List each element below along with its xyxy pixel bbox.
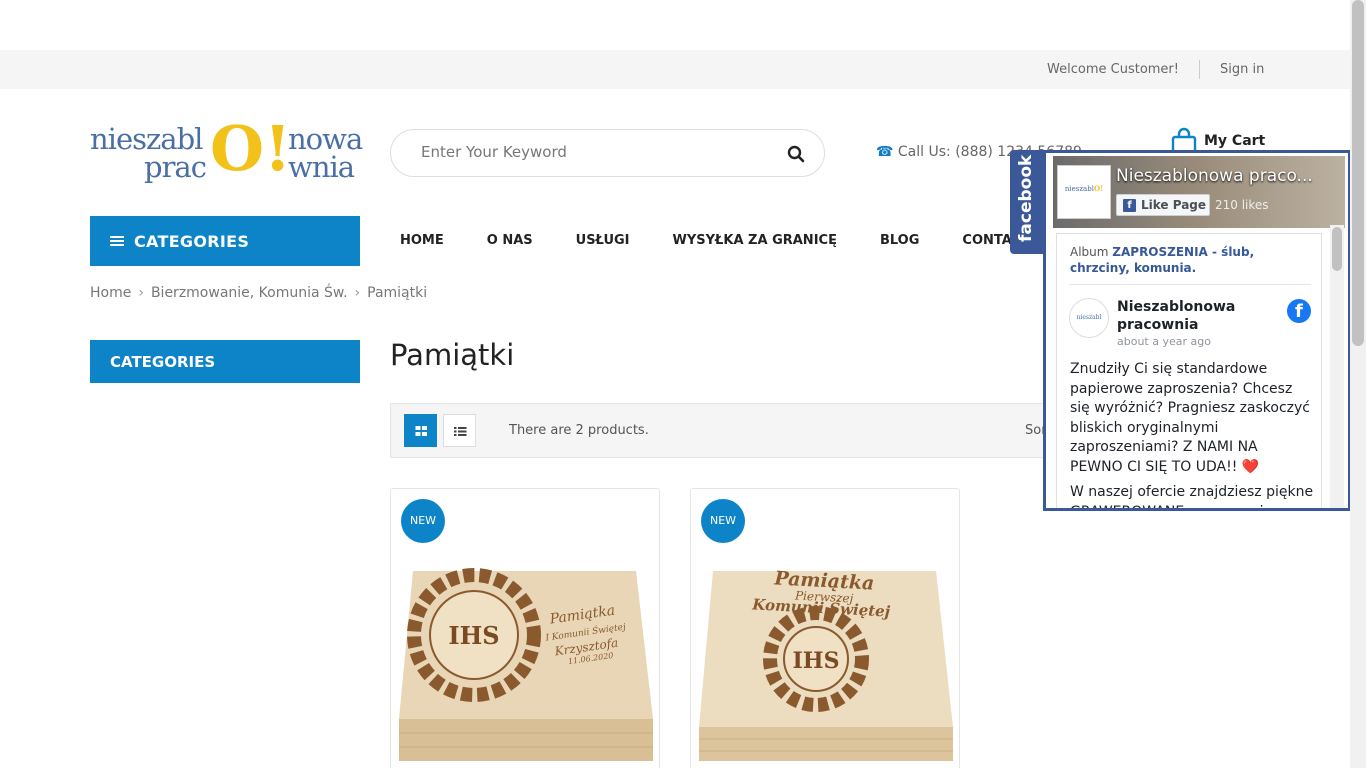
nav-uslugi[interactable]: USŁUGI [576,233,630,248]
facebook-tab[interactable]: facebook [1010,150,1044,254]
product-count: There are 2 products. [509,423,649,438]
facebook-page-name[interactable]: Nieszablonowa praco... [1116,166,1313,186]
facebook-widget: nieszablO! Nieszablonowa praco... f Like… [1043,150,1351,511]
logo-text-2: prac [144,150,207,184]
facebook-page-avatar-text-2: O! [1093,184,1104,193]
facebook-album-line: Album ZAPROSZENIA - ślub, chrzciny, komu… [1070,244,1310,276]
search-icon[interactable] [787,145,805,163]
like-page-button[interactable]: f Like Page [1116,194,1210,216]
facebook-f-icon: f [1123,199,1136,212]
phone-icon: ☎ [876,144,894,160]
breadcrumb-home[interactable]: Home [90,285,131,301]
top-bar: Welcome Customer! Sign in [0,50,1350,89]
sidebar-categories-header: CATEGORIES [90,340,360,383]
facebook-scrollbar[interactable] [1330,225,1344,508]
welcome-text: Welcome Customer! [1047,62,1179,77]
breadcrumb-chevron-icon: › [138,285,144,301]
breadcrumb: Home › Bierzmowanie, Komunia Św. › Pamiątki [90,285,427,301]
site-logo[interactable]: nieszabl prac O! nowa wnia [90,112,363,186]
facebook-scrollbar-thumb[interactable] [1332,227,1342,271]
list-icon [454,427,467,436]
facebook-page-header[interactable]: nieszablO! Nieszablonowa praco... f Like… [1053,156,1345,228]
facebook-logo-icon[interactable]: f [1287,299,1311,323]
poster-avatar-text: nieszabl [1076,314,1102,321]
post-text-1: Znudziły Ci się standardowe papierowe za… [1070,361,1310,475]
breadcrumb-current: Pamiątki [367,285,428,301]
post-text-2: W naszej ofercie znajdziesz piękne GRAWE… [1070,484,1314,508]
nav-blog[interactable]: BLOG [880,233,919,248]
page-scrollbar[interactable] [1350,0,1366,768]
engraving-text: IHS [448,621,499,650]
sign-in-link[interactable]: Sign in [1220,62,1264,77]
logo-text-4: wnia [288,150,355,184]
engraving-text: IHS [793,648,840,674]
breadcrumb-category[interactable]: Bierzmowanie, Komunia Św. [151,285,348,301]
hamburger-icon [110,236,124,246]
main-nav: HOME O NAS USŁUGI WYSYŁKA ZA GRANICĘ BLO… [400,233,1073,248]
categories-menu-button[interactable]: CATEGORIES [90,216,360,266]
cart-label: My Cart [1204,133,1266,149]
topbar-divider [1199,60,1200,79]
page-scrollbar-thumb[interactable] [1352,0,1364,346]
poster-avatar[interactable]: nieszabl [1069,298,1109,338]
product-card[interactable]: NEW IHS Pamiątka I Komunii Świętej Krzys… [390,488,660,768]
product-image[interactable]: IHS Pamiątka I Komunii Świętej Krzysztof… [391,489,660,768]
divider [1069,284,1311,285]
like-page-label: Like Page [1141,198,1207,212]
album-prefix: Album [1070,245,1113,259]
nav-home[interactable]: HOME [400,233,444,248]
facebook-page-avatar[interactable]: nieszablO! [1057,165,1111,219]
product-card[interactable]: NEW Pamiątka Pierwszej Komunii Świętej I… [690,488,960,768]
facebook-page-avatar-text: nieszabl [1064,185,1094,193]
nav-o-nas[interactable]: O NAS [487,233,533,248]
sidebar-categories-title: CATEGORIES [110,353,216,371]
product-image[interactable]: Pamiątka Pierwszej Komunii Świętej IHS [691,489,960,768]
categories-menu-label: CATEGORIES [134,232,250,251]
likes-count: 210 likes [1215,198,1269,212]
search-box [390,129,825,177]
search-input[interactable] [421,143,761,161]
nav-wysylka[interactable]: WYSYŁKA ZA GRANICĘ [673,233,837,248]
breadcrumb-chevron-icon: › [354,285,361,301]
facebook-tab-label: facebook [1016,154,1036,242]
post-text: Znudziły Ci się standardowe papierowe za… [1070,360,1314,508]
list-view-button[interactable] [443,414,476,447]
facebook-post: Album ZAPROSZENIA - ślub, chrzciny, komu… [1056,233,1322,508]
grid-view-button[interactable] [404,414,437,447]
post-time[interactable]: about a year ago [1117,335,1211,348]
product-toolbar: There are 2 products. Sor [390,403,1110,458]
logo-big-o: O! [210,112,292,185]
grid-icon [415,426,427,436]
page-title: Pamiątki [390,338,515,372]
poster-name[interactable]: Nieszablonowa pracownia [1117,298,1267,334]
